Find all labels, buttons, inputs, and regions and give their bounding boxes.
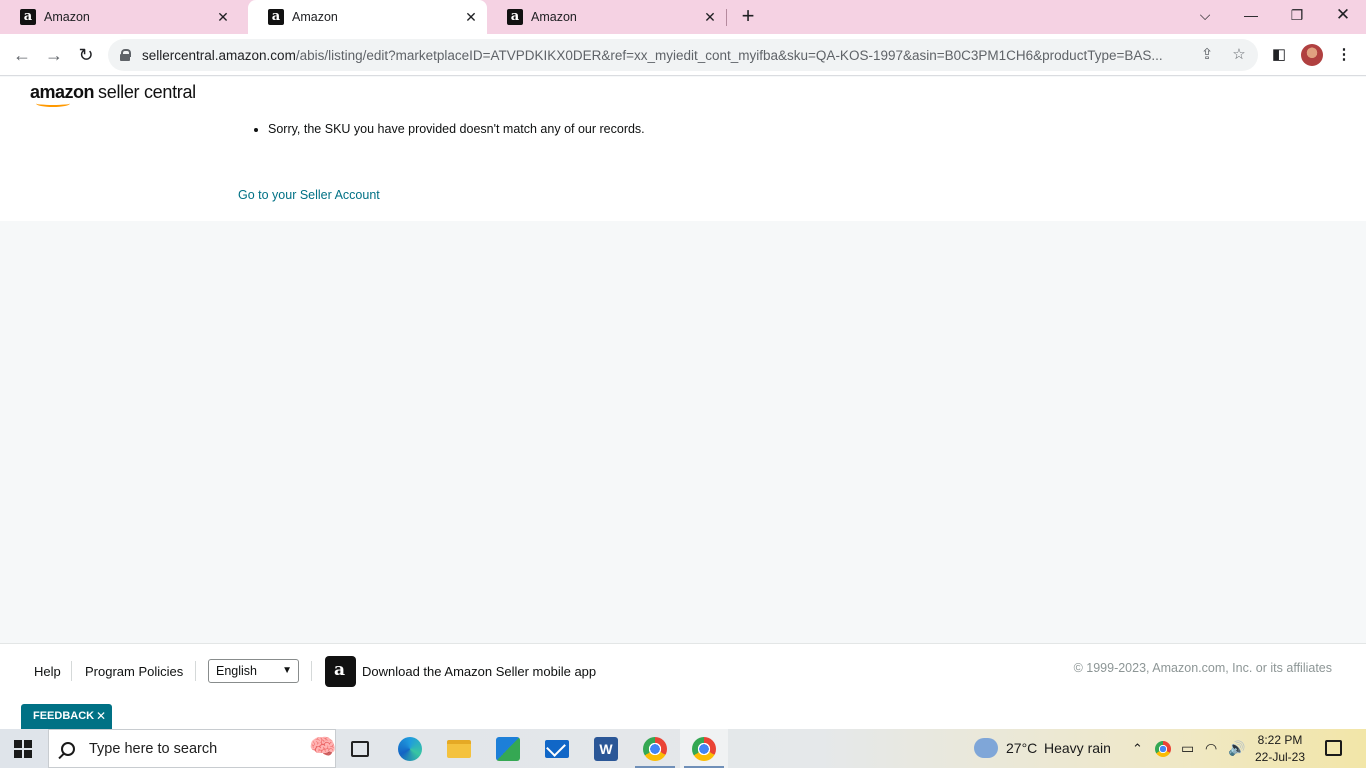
tab-amazon-3[interactable]: a Amazon ✕ bbox=[487, 0, 726, 34]
program-policies-link[interactable]: Program Policies bbox=[85, 664, 183, 679]
chevron-down-icon: ▼ bbox=[282, 665, 292, 676]
error-message-list: Sorry, the SKU you have provided doesn't… bbox=[268, 122, 645, 136]
chrome-tray-icon[interactable] bbox=[1155, 729, 1171, 768]
search-icon bbox=[61, 741, 75, 756]
clock-date: 22-Jul-23 bbox=[1254, 750, 1306, 764]
copyright-text: © 1999-2023, Amazon.com, Inc. or its aff… bbox=[1073, 661, 1332, 675]
close-feedback-icon[interactable]: ✕ bbox=[96, 704, 106, 729]
menu-kebab-icon[interactable]: ⋮ bbox=[1335, 46, 1353, 64]
wifi-icon[interactable]: ◠ bbox=[1205, 729, 1217, 768]
chrome-taskbar-button-1[interactable] bbox=[631, 729, 679, 768]
profile-avatar[interactable] bbox=[1301, 44, 1323, 66]
feedback-button[interactable]: FEEDBACK ✕ bbox=[21, 704, 112, 729]
taskbar-clock[interactable]: 8:22 PM 22-Jul-23 bbox=[1250, 732, 1310, 766]
side-panel-icon[interactable]: ◧ bbox=[1270, 46, 1288, 64]
file-explorer-taskbar-button[interactable] bbox=[435, 729, 483, 768]
error-message: Sorry, the SKU you have provided doesn't… bbox=[268, 122, 645, 136]
battery-icon[interactable]: ▭ bbox=[1181, 729, 1194, 768]
browser-tab-strip: a Amazon ✕ a Amazon ✕ a Amazon ✕ + ⌵ — ❐… bbox=[0, 0, 1366, 34]
close-window-icon[interactable]: ✕ bbox=[1320, 0, 1366, 30]
amazon-favicon-icon: a bbox=[507, 9, 523, 25]
tab-title: Amazon bbox=[292, 10, 338, 24]
tab-separator bbox=[726, 9, 727, 26]
chrome-icon bbox=[643, 736, 667, 761]
mail-taskbar-button[interactable] bbox=[533, 729, 581, 768]
amazon-app-icon[interactable] bbox=[325, 656, 356, 687]
forward-arrow-icon[interactable]: → bbox=[42, 43, 66, 67]
lock-icon bbox=[120, 49, 131, 61]
chrome-taskbar-button-2[interactable] bbox=[680, 729, 728, 768]
close-tab-icon[interactable]: ✕ bbox=[463, 9, 479, 25]
tab-title: Amazon bbox=[531, 10, 577, 24]
language-select[interactable]: English ▼ bbox=[208, 659, 299, 683]
taskbar-search-box[interactable]: Type here to search 🧠 bbox=[48, 729, 336, 768]
browser-toolbar: ← → ↻ sellercentral.amazon.com/abis/list… bbox=[0, 34, 1366, 76]
address-bar[interactable]: sellercentral.amazon.com/abis/listing/ed… bbox=[108, 39, 1258, 71]
bookmark-star-icon[interactable]: ☆ bbox=[1230, 46, 1248, 64]
minimize-icon[interactable]: — bbox=[1228, 0, 1274, 30]
help-link[interactable]: Help bbox=[34, 664, 61, 679]
footer-divider bbox=[71, 661, 72, 681]
rain-cloud-icon bbox=[974, 738, 998, 758]
footer-divider bbox=[195, 661, 196, 681]
edge-taskbar-button[interactable] bbox=[386, 729, 434, 768]
tab-search-chevron-icon[interactable]: ⌵ bbox=[1182, 0, 1228, 30]
tab-amazon-1[interactable]: a Amazon ✕ bbox=[0, 0, 239, 34]
clock-time: 8:22 PM bbox=[1257, 733, 1303, 747]
notification-center-icon[interactable] bbox=[1325, 740, 1342, 756]
word-taskbar-button[interactable]: W bbox=[582, 729, 630, 768]
edge-icon bbox=[398, 736, 422, 761]
amazon-favicon-icon: a bbox=[20, 9, 36, 25]
footer: Help Program Policies English ▼ Download… bbox=[0, 643, 1366, 729]
windows-start-icon[interactable] bbox=[14, 740, 32, 758]
share-icon[interactable]: ⇪ bbox=[1198, 46, 1216, 64]
weather-temperature[interactable]: 27°C bbox=[1006, 729, 1037, 768]
word-icon: W bbox=[594, 736, 618, 761]
url-text[interactable]: sellercentral.amazon.com/abis/listing/ed… bbox=[142, 48, 1187, 63]
amazon-favicon-icon: a bbox=[268, 9, 284, 25]
reload-icon[interactable]: ↻ bbox=[74, 43, 98, 67]
store-taskbar-button[interactable] bbox=[484, 729, 532, 768]
task-view-icon bbox=[351, 740, 369, 757]
download-app-link[interactable]: Download the Amazon Seller mobile app bbox=[362, 664, 596, 679]
close-tab-icon[interactable]: ✕ bbox=[215, 9, 231, 25]
folder-icon bbox=[447, 739, 471, 758]
restore-icon[interactable]: ❐ bbox=[1274, 0, 1320, 30]
task-view-button[interactable] bbox=[336, 729, 384, 768]
footer-divider bbox=[311, 661, 312, 681]
tab-title: Amazon bbox=[44, 10, 90, 24]
page-header-area: amazon seller central Sorry, the SKU you… bbox=[0, 77, 1366, 221]
search-highlight-art-icon: 🧠 bbox=[309, 734, 337, 759]
mail-icon bbox=[545, 739, 569, 758]
windows-taskbar: Type here to search 🧠 W 27°C Heavy rain … bbox=[0, 729, 1366, 768]
tray-chevron-up-icon[interactable]: ⌃ bbox=[1132, 729, 1143, 768]
seller-account-link[interactable]: Go to your Seller Account bbox=[238, 188, 380, 202]
chrome-icon bbox=[692, 736, 716, 761]
new-tab-plus-icon[interactable]: + bbox=[737, 5, 759, 27]
seller-central-logo[interactable]: amazon seller central bbox=[30, 77, 196, 107]
volume-icon[interactable]: 🔊 bbox=[1228, 729, 1245, 768]
store-icon bbox=[496, 736, 520, 761]
tab-amazon-2[interactable]: a Amazon ✕ bbox=[248, 0, 487, 34]
weather-condition[interactable]: Heavy rain bbox=[1044, 729, 1111, 768]
search-placeholder: Type here to search bbox=[89, 740, 218, 757]
close-tab-icon[interactable]: ✕ bbox=[702, 9, 718, 25]
back-arrow-icon[interactable]: ← bbox=[10, 43, 34, 67]
